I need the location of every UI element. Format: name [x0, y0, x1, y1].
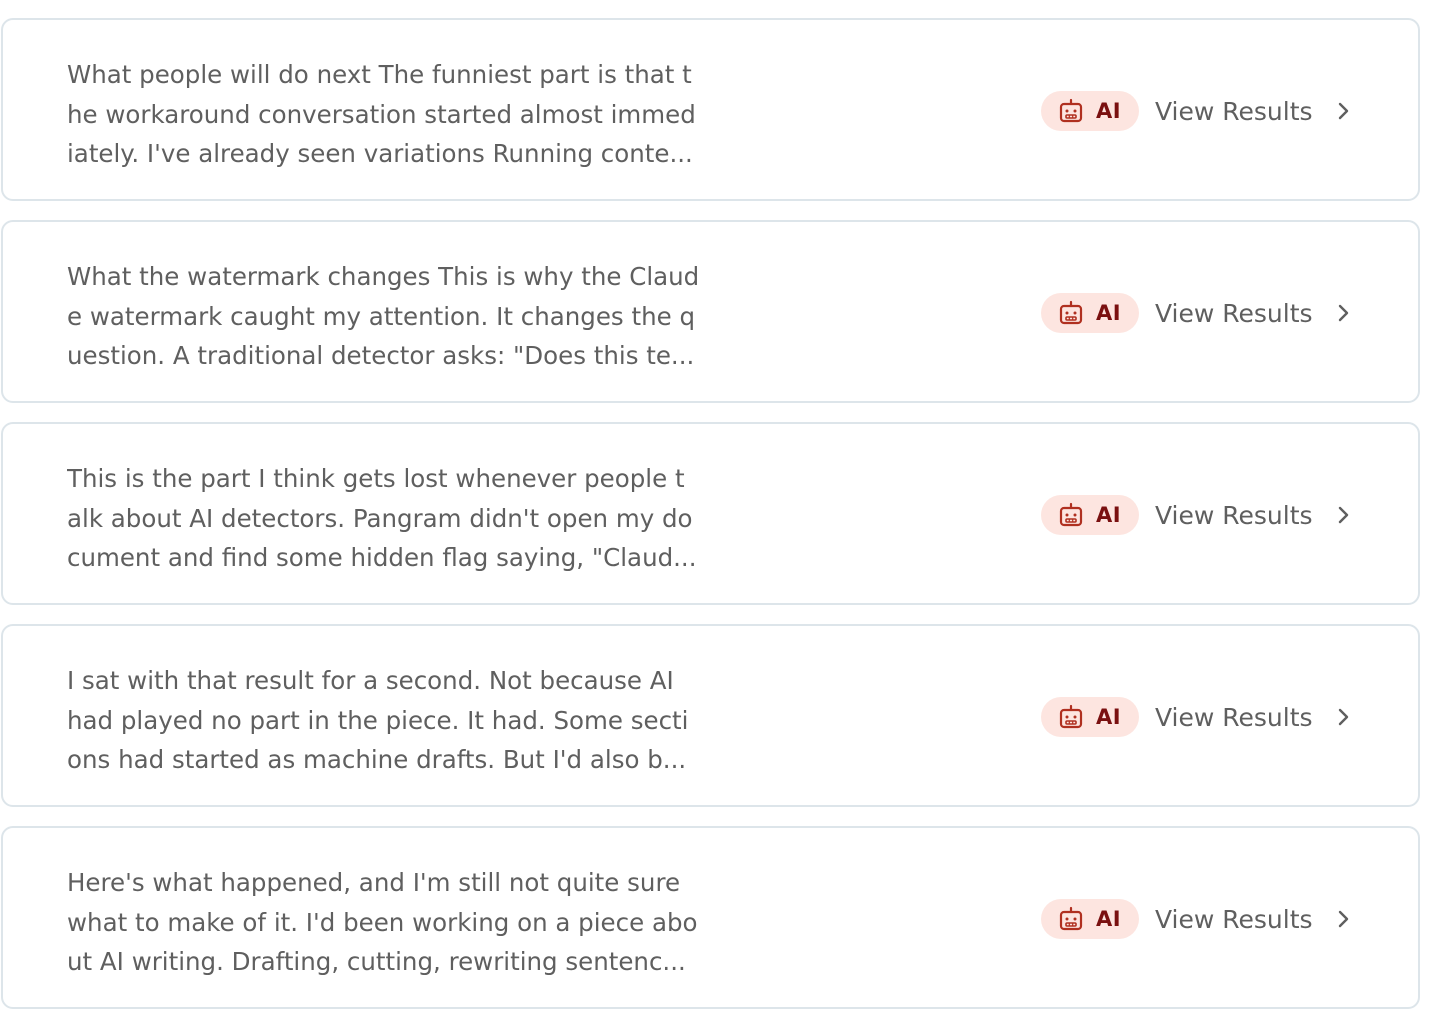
snippet-line: cument and find some hidden flag saying,…: [67, 543, 697, 572]
result-snippet: I sat with that result for a second. Not…: [67, 661, 717, 780]
snippet-line: he workaround conversation started almos…: [67, 99, 696, 129]
ai-badge: AI: [1041, 293, 1139, 333]
ai-badge-label: AI: [1096, 907, 1122, 931]
snippet-line: This is the part I think gets lost whene…: [67, 464, 685, 493]
result-card[interactable]: What people will do next The funniest pa…: [1, 18, 1420, 201]
ai-badge-label: AI: [1096, 503, 1122, 527]
snippet-line: what to make of it. I'd been working on …: [67, 907, 698, 937]
snippet-line: I sat with that result for a second. Not…: [67, 666, 674, 695]
result-actions: AI View Results: [1041, 696, 1353, 738]
snippet-line: had played no part in the piece. It had.…: [67, 705, 689, 735]
ai-badge-label: AI: [1096, 99, 1122, 123]
ai-badge: AI: [1041, 697, 1139, 737]
result-snippet: What the watermark changes This is why t…: [67, 257, 717, 376]
robot-icon: [1059, 502, 1083, 527]
snippet-line: What people will do next The funniest pa…: [67, 60, 692, 89]
snippet-line: uestion. A traditional detector asks: "D…: [67, 341, 695, 370]
result-snippet: This is the part I think gets lost whene…: [67, 459, 717, 578]
snippet-line: iately. I've already seen variations Run…: [67, 139, 693, 168]
robot-icon: [1059, 704, 1083, 729]
robot-icon: [1059, 300, 1083, 325]
result-card[interactable]: This is the part I think gets lost whene…: [1, 422, 1420, 605]
snippet-line: ut AI writing. Drafting, cutting, rewrit…: [67, 947, 686, 976]
snippet-line: Here's what happened, and I'm still not …: [67, 868, 681, 897]
robot-icon: [1059, 906, 1083, 931]
view-results-link[interactable]: View Results: [1155, 905, 1313, 934]
snippet-line: ons had started as machine drafts. But I…: [67, 745, 687, 774]
result-actions: AI View Results: [1041, 90, 1353, 132]
chevron-right-icon[interactable]: [1335, 302, 1353, 324]
ai-badge-label: AI: [1096, 301, 1122, 325]
view-results-link[interactable]: View Results: [1155, 501, 1313, 530]
view-results-link[interactable]: View Results: [1155, 299, 1313, 328]
result-card[interactable]: What the watermark changes This is why t…: [1, 220, 1420, 403]
snippet-line: alk about AI detectors. Pangram didn't o…: [67, 503, 693, 533]
chevron-right-icon[interactable]: [1335, 706, 1353, 728]
result-actions: AI View Results: [1041, 898, 1353, 940]
result-card[interactable]: I sat with that result for a second. Not…: [1, 624, 1420, 807]
robot-icon: [1059, 98, 1083, 123]
result-card[interactable]: Here's what happened, and I'm still not …: [1, 826, 1420, 1009]
results-list: What people will do next The funniest pa…: [0, 0, 1456, 1022]
view-results-link[interactable]: View Results: [1155, 97, 1313, 126]
chevron-right-icon[interactable]: [1335, 908, 1353, 930]
ai-badge-label: AI: [1096, 705, 1122, 729]
ai-badge: AI: [1041, 495, 1139, 535]
snippet-line: e watermark caught my attention. It chan…: [67, 301, 696, 331]
view-results-link[interactable]: View Results: [1155, 703, 1313, 732]
result-actions: AI View Results: [1041, 292, 1353, 334]
snippet-line: What the watermark changes This is why t…: [67, 262, 700, 291]
chevron-right-icon[interactable]: [1335, 100, 1353, 122]
result-snippet: What people will do next The funniest pa…: [67, 55, 717, 174]
result-actions: AI View Results: [1041, 494, 1353, 536]
chevron-right-icon[interactable]: [1335, 504, 1353, 526]
ai-badge: AI: [1041, 91, 1139, 131]
result-snippet: Here's what happened, and I'm still not …: [67, 863, 717, 982]
ai-badge: AI: [1041, 899, 1139, 939]
